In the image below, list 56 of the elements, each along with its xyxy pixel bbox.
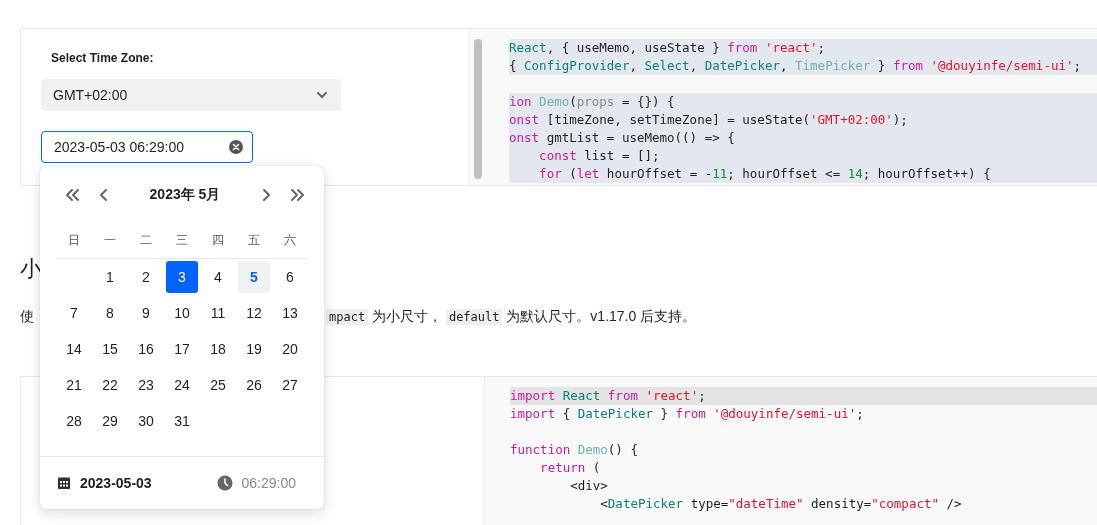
calendar-icon [57, 476, 71, 490]
calendar-day[interactable]: 19 [238, 333, 270, 365]
calendar-day[interactable]: 24 [166, 369, 198, 401]
code-line: import { DatePicker } from '@douyinfe/semi-ui'; [510, 405, 865, 423]
calendar-day[interactable]: 30 [130, 405, 162, 437]
clear-icon[interactable] [228, 139, 244, 155]
calendar-day[interactable]: 6 [274, 261, 306, 293]
calendar-day[interactable]: 2 [130, 261, 162, 293]
calendar-day[interactable]: 5 [238, 261, 270, 293]
weekday-label: 六 [272, 222, 308, 259]
calendar-day[interactable]: 26 [238, 369, 270, 401]
weekday-label: 日 [56, 222, 92, 259]
datetime-input[interactable]: 2023-05-03 06:29:00 [41, 131, 253, 163]
code-line: function Demo() { [510, 441, 639, 459]
weekday-label: 四 [200, 222, 236, 259]
calendar-day[interactable]: 15 [94, 333, 126, 365]
code-line: return ( [539, 459, 602, 477]
timezone-select[interactable]: GMT+02:00 [41, 79, 341, 111]
clock-icon [216, 475, 233, 491]
code-line: <DatePicker type="dateTime" density="compact" /> [599, 495, 963, 513]
calendar-day[interactable]: 28 [58, 405, 90, 437]
section-heading: 小 [20, 255, 42, 283]
calendar-day[interactable]: 31 [166, 405, 198, 437]
paragraph-text: 使 [20, 308, 34, 326]
calendar-day[interactable]: 11 [202, 297, 234, 329]
calendar-day[interactable]: 17 [166, 333, 198, 365]
calendar-day[interactable]: 3 [166, 261, 198, 293]
calendar-day[interactable]: 14 [58, 333, 90, 365]
calendar-day[interactable]: 25 [202, 369, 234, 401]
weekday-label: 一 [92, 222, 128, 259]
calendar-day[interactable]: 20 [274, 333, 306, 365]
calendar-day[interactable]: 1 [94, 261, 126, 293]
calendar-day[interactable]: 22 [94, 369, 126, 401]
scrollbar[interactable] [474, 39, 482, 179]
calendar-day[interactable]: 4 [202, 261, 234, 293]
calendar-day[interactable]: 12 [238, 297, 270, 329]
calendar-day[interactable]: 27 [274, 369, 306, 401]
calendar-day[interactable]: 13 [274, 297, 306, 329]
calendar-day[interactable]: 29 [94, 405, 126, 437]
calendar-day[interactable]: 18 [202, 333, 234, 365]
calendar-day[interactable]: 8 [94, 297, 126, 329]
paragraph-text: mpact 为小尺寸， default 为默认尺寸。v1.17.0 后支持。 [326, 308, 697, 326]
field-label: Select Time Zone: [51, 51, 155, 65]
month-title: 2023年 5月 [148, 186, 222, 204]
calendar-day[interactable]: 16 [130, 333, 162, 365]
calendar-day[interactable]: 23 [130, 369, 162, 401]
weekday-label: 三 [164, 222, 200, 259]
calendar-day[interactable]: 10 [166, 297, 198, 329]
weekday-label: 五 [236, 222, 272, 259]
selected-date[interactable]: 2023-05-03 [80, 475, 152, 491]
calendar-day[interactable]: 21 [58, 369, 90, 401]
calendar-day[interactable]: 7 [58, 297, 90, 329]
weekday-label: 二 [128, 222, 164, 259]
code-line: <div> [569, 477, 609, 495]
selected-time[interactable]: 06:29:00 [241, 475, 296, 491]
calendar-day[interactable]: 9 [130, 297, 162, 329]
